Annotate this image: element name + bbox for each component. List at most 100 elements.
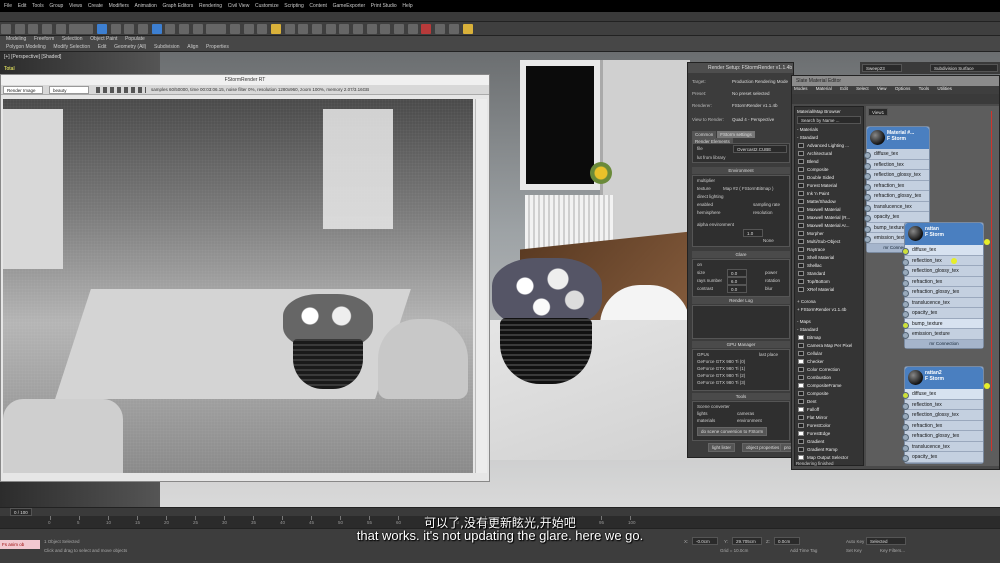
material-item[interactable]: Blend: [797, 158, 863, 165]
object-properties-button[interactable]: object properties: [742, 443, 784, 452]
ribbon-edit[interactable]: Edit: [98, 44, 107, 50]
me-menu-utilities[interactable]: Utilities: [937, 86, 952, 91]
menu-content[interactable]: Content: [309, 3, 327, 9]
menu-print-studio[interactable]: Print Studio: [371, 3, 397, 9]
map-item[interactable]: Dent: [797, 398, 863, 405]
ribbon-subdivision[interactable]: Subdivision: [154, 44, 180, 50]
material-item[interactable]: Composite: [797, 166, 863, 173]
keyboard-shortcut-icon[interactable]: [257, 24, 268, 34]
connection-wire[interactable]: [991, 111, 992, 451]
me-menu-tools[interactable]: Tools: [919, 86, 930, 91]
spinner-snap-icon[interactable]: [312, 24, 323, 34]
node-rattan2[interactable]: rattan2 F Storm diffuse_tex reflection_tex…: [902, 366, 984, 464]
map-item[interactable]: Combustion: [797, 374, 863, 381]
object-name-field[interactable]: Sweep23: [862, 64, 902, 72]
material-item[interactable]: Standard: [797, 270, 863, 277]
snap-icon[interactable]: [271, 24, 282, 34]
node-slot[interactable]: diffuse_tex: [864, 149, 929, 160]
viewport-label[interactable]: [+] [Perspective] [Shaded]: [4, 54, 61, 60]
node-slot[interactable]: reflection_tex: [902, 255, 983, 266]
cat-fstorm[interactable]: + FStormRender v1.1.4b: [797, 306, 863, 313]
curve-editor-icon[interactable]: [394, 24, 405, 34]
move-icon[interactable]: [151, 24, 162, 34]
percent-snap-icon[interactable]: [298, 24, 309, 34]
node-slot[interactable]: refraction_tex: [864, 180, 929, 191]
material-item[interactable]: Morpher: [797, 230, 863, 237]
gpu-3[interactable]: GeForce GTX 980 Ti (3): [697, 380, 745, 385]
node-slot[interactable]: refraction_tex: [902, 420, 983, 431]
render-setup-window[interactable]: Render Setup: FStormRender v1.1.4b Targe…: [687, 62, 800, 458]
map-item[interactable]: Color Correction: [797, 366, 863, 373]
me-menu-edit[interactable]: Edit: [840, 86, 848, 91]
material-item[interactable]: Maxwell Material: [797, 206, 863, 213]
slate-material-editor[interactable]: Slate Material Editor Modes Material Edi…: [791, 75, 1000, 470]
ribbon-tab-freeform[interactable]: Freeform: [34, 36, 54, 42]
map-item[interactable]: ForestEdge: [797, 430, 863, 437]
ribbon-properties[interactable]: Properties: [206, 44, 229, 50]
redo-icon[interactable]: [14, 24, 25, 34]
render-setup-icon[interactable]: [435, 24, 446, 34]
node-slot[interactable]: translucence_tex: [864, 201, 929, 212]
cat-maps[interactable]: - Maps: [797, 318, 863, 325]
ribbon-tab-object-paint[interactable]: Object Paint: [90, 36, 117, 42]
select-icon[interactable]: [97, 24, 108, 34]
rt-element-dropdown[interactable]: beauty: [49, 86, 89, 94]
align-icon[interactable]: [353, 24, 364, 34]
menu-rendering[interactable]: Rendering: [199, 3, 222, 9]
menu-views[interactable]: Views: [69, 3, 82, 9]
place-icon[interactable]: [192, 24, 203, 34]
node-rattan[interactable]: rattan F Storm diffuse_tex reflection_tex r…: [902, 222, 984, 349]
material-item[interactable]: Raytrace: [797, 246, 863, 253]
node-slot[interactable]: reflection_glossy_tex: [902, 266, 983, 277]
node-slot[interactable]: reflection_tex: [864, 159, 929, 170]
cat-maps-standard[interactable]: - Standard: [797, 326, 863, 333]
alpha-texture-none[interactable]: None: [763, 238, 774, 243]
menu-file[interactable]: File: [4, 3, 12, 9]
gpu-2[interactable]: GeForce GTX 980 Ti (2): [697, 373, 745, 378]
alpha-multiplier-field[interactable]: 1.0: [743, 229, 763, 237]
map-item[interactable]: Composite: [797, 390, 863, 397]
pivot-icon[interactable]: [230, 24, 241, 34]
schematic-icon[interactable]: [407, 24, 418, 34]
menu-gameexporter[interactable]: GameExporter: [333, 3, 366, 9]
ribbon-tab-populate[interactable]: Populate: [125, 36, 145, 42]
map-item[interactable]: CompositeFrame: [797, 382, 863, 389]
light-lister-button[interactable]: light lister: [708, 443, 736, 452]
node-graph-view[interactable]: View1 Material #... F Storm diffuse_tex re…: [864, 106, 999, 466]
tab-fstorm-settings[interactable]: FStorm settings: [717, 131, 755, 138]
material-item[interactable]: Shellac: [797, 262, 863, 269]
glare-rays-field[interactable]: 6.0: [727, 277, 747, 285]
material-item[interactable]: Forest Material: [797, 182, 863, 189]
node-slot[interactable]: opacity_tex: [902, 308, 983, 319]
map-item[interactable]: Camera Map Per Pixel: [797, 342, 863, 349]
node-slot[interactable]: diffuse_tex: [902, 245, 983, 256]
menu-edit[interactable]: Edit: [18, 3, 27, 9]
selection-filter-dropdown[interactable]: [69, 24, 94, 34]
window-crossing-icon[interactable]: [138, 24, 149, 34]
rt-channel-dropdown[interactable]: Render Image: [3, 86, 43, 94]
map-item[interactable]: Gradient: [797, 438, 863, 445]
link-icon[interactable]: [28, 24, 39, 34]
browser-search[interactable]: Search by Name ...: [797, 116, 861, 124]
node-slot[interactable]: refraction_glossy_tex: [902, 287, 983, 298]
me-menu-options[interactable]: Options: [895, 86, 911, 91]
glare-contrast-field[interactable]: 0.0: [727, 285, 747, 293]
rt-scrollbar[interactable]: [475, 99, 487, 473]
node-slot[interactable]: reflection_glossy_tex: [864, 170, 929, 181]
node-slot[interactable]: translucence_tex: [902, 297, 983, 308]
menu-create[interactable]: Create: [88, 3, 103, 9]
angle-snap-icon[interactable]: [284, 24, 295, 34]
node-slot[interactable]: refraction_glossy_tex: [902, 431, 983, 442]
menu-graph-editors[interactable]: Graph Editors: [162, 3, 193, 9]
reference-coord-dropdown[interactable]: [206, 24, 227, 34]
node-slot[interactable]: opacity_tex: [902, 452, 983, 463]
material-editor-icon[interactable]: [421, 24, 432, 34]
menu-customize[interactable]: Customize: [255, 3, 279, 9]
bind-icon[interactable]: [55, 24, 66, 34]
fstorm-rt-window[interactable]: FStormRender RT Render Image beauty samp…: [0, 74, 490, 482]
menu-tools[interactable]: Tools: [32, 3, 44, 9]
ribbon-tab-selection[interactable]: Selection: [62, 36, 83, 42]
gpu-1[interactable]: GeForce GTX 980 Ti (1): [697, 366, 745, 371]
tools-section[interactable]: Tools: [692, 393, 790, 400]
rt-render-image[interactable]: [3, 99, 473, 473]
